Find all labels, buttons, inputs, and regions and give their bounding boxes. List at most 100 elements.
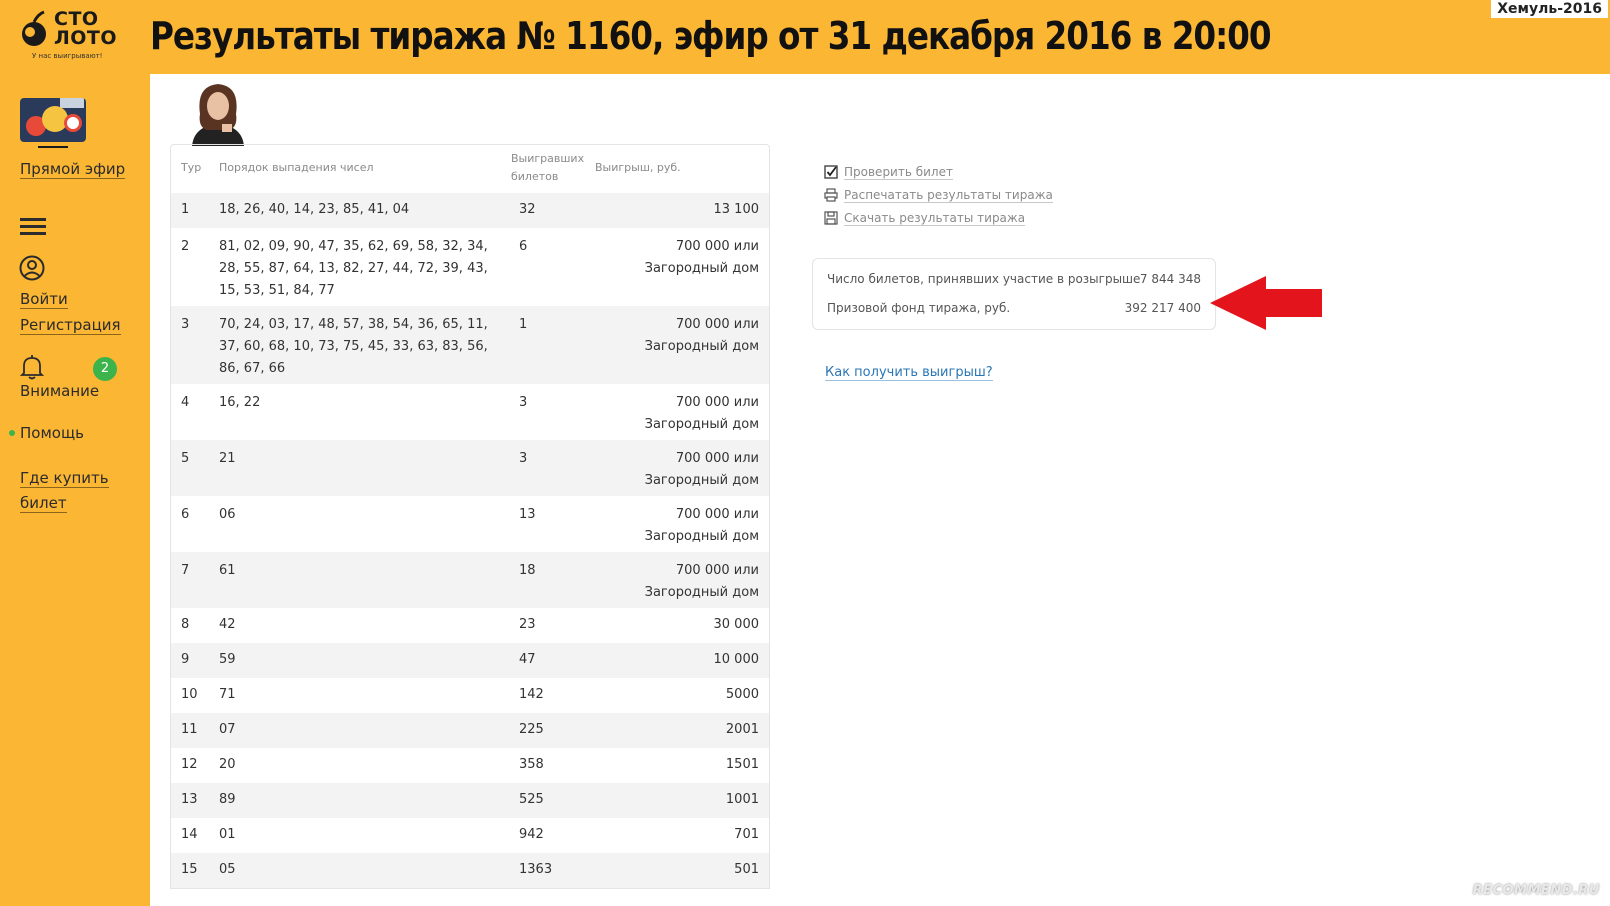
cell-winners: 358 [519,757,544,772]
cell-numbers: 42 [219,617,236,632]
cell-round: 10 [181,687,198,702]
cell-prize: 10 000 [713,652,760,667]
user-icon[interactable] [19,255,45,281]
header-winners-line-1: Выигравших [511,152,585,165]
live-indicator [38,146,68,148]
watermark-bottom: RECOMMEND.RU [1472,883,1600,898]
cell-prize: 5000 [725,687,759,702]
page-title: Результаты тиража № 1160, эфир от 31 дек… [150,14,1272,58]
table-row: 1 18, 26, 40, 14, 23, 85, 41, 04 32 13 100 [171,193,769,228]
logo-line-2: ЛОТО [54,27,118,49]
cell-numbers: 06 [219,507,236,522]
table-row: 8 42 23 30 000 [171,608,769,643]
header-prize: Выигрыш, руб. [595,161,681,174]
cell-prize: 700 000 или Загородный дом [644,563,759,600]
bell-icon[interactable] [20,354,44,380]
prize-fund-value: 392 217 400 [1124,301,1201,315]
save-icon [824,211,838,225]
cell-prize: 30 000 [713,617,760,632]
cell-prize: 1501 [725,757,759,772]
cell-winners: 18 [519,563,536,578]
cell-numbers: 21 [219,451,236,466]
cell-winners: 32 [519,202,536,217]
cell-numbers: 61 [219,563,236,578]
cell-numbers: 05 [219,862,236,877]
table-row: 10 71 142 5000 [171,678,769,713]
online-dot-icon [9,430,15,436]
sidebar-item-help[interactable]: Помощь [20,424,84,442]
red-arrow-icon [1210,276,1322,330]
tickets-count-row: Число билетов, принявших участие в розыг… [827,272,1201,286]
cell-winners: 142 [519,687,544,702]
cell-prize: 700 000 или Загородный дом [644,507,759,544]
sidebar-item-where-to-buy-2[interactable]: билет [20,494,67,513]
sidebar-item-live[interactable]: Прямой эфир [20,160,126,179]
table-row: 13 89 525 1001 [171,783,769,818]
cell-round: 9 [181,652,190,667]
check-ticket-link[interactable]: Проверить билет [844,165,953,180]
cell-round: 11 [181,722,198,737]
cell-prize: 700 000 или Загородный дом [644,239,759,276]
cell-winners: 23 [519,617,536,632]
notification-badge[interactable]: 2 [93,357,117,381]
cell-prize: 700 000 или Загородный дом [644,395,759,432]
cell-round: 7 [181,563,190,578]
cell-numbers: 59 [219,652,236,667]
table-row: 4 16, 22 3 700 000 или Загородный дом [171,384,769,440]
table-row: 11 07 225 2001 [171,713,769,748]
table-row: 2 81, 02, 09, 90, 47, 35, 62, 69, 58, 32,… [171,228,769,306]
sidebar-item-register[interactable]: Регистрация [20,316,121,335]
main-content: Тур Порядок выпадения чисел Выигравших б… [150,74,1610,906]
cell-prize: 701 [734,827,759,842]
cell-numbers: 20 [219,757,236,772]
cell-prize: 2001 [725,722,759,737]
cell-prize: 13 100 [713,202,760,217]
presenter-avatar [192,84,244,146]
header-round: Тур [181,161,202,174]
print-results-link[interactable]: Распечатать результаты тиража [844,188,1053,203]
cell-prize: 501 [734,862,759,877]
cell-winners: 225 [519,722,544,737]
header-winners-line-2: билетов [511,170,559,183]
header-winners: Выигравших билетов [511,150,584,186]
cell-round: 3 [181,317,190,332]
live-broadcast-thumbnail[interactable] [20,98,86,142]
prize-fund-row: Призовой фонд тиража, руб. 392 217 400 [827,301,1201,315]
tickets-count-value: 7 844 348 [1139,272,1201,286]
cell-numbers: 71 [219,687,236,702]
cell-winners: 3 [519,395,528,410]
logo-tagline: У нас выигрывают! [32,52,103,60]
cell-round: 4 [181,395,190,410]
cell-round: 15 [181,862,198,877]
stoloto-logo[interactable]: СТО ЛОТО У нас выигрывают! [18,8,138,64]
cell-numbers: 16, 22 [219,395,261,410]
cell-numbers: 18, 26, 40, 14, 23, 85, 41, 04 [219,202,410,217]
table-row: 15 05 1363 501 [171,853,769,888]
header-numbers: Порядок выпадения чисел [219,161,374,174]
cell-winners: 1 [519,317,528,332]
sidebar-item-where-to-buy[interactable]: Где купить [20,469,109,488]
cell-prize: 700 000 или Загородный дом [644,451,759,488]
table-row: 7 61 18 700 000 или Загородный дом [171,552,769,608]
cell-round: 2 [181,239,190,254]
cell-prize: 700 000 или Загородный дом [644,317,759,354]
sidebar-item-attention[interactable]: Внимание [20,382,99,400]
cell-numbers: 01 [219,827,236,842]
cell-numbers: 70, 24, 03, 17, 48, 57, 38, 54, 36, 65, … [219,317,488,376]
logo-text: СТО ЛОТО [54,10,117,48]
sidebar: СТО ЛОТО У нас выигрывают! Прямой эфир В… [0,0,150,906]
results-table: Тур Порядок выпадения чисел Выигравших б… [170,144,770,889]
cell-numbers: 81, 02, 09, 90, 47, 35, 62, 69, 58, 32, … [219,239,488,298]
cell-round: 13 [181,792,198,807]
cell-numbers: 89 [219,792,236,807]
download-results-link[interactable]: Скачать результаты тиража [844,211,1026,226]
cell-round: 1 [181,202,190,217]
how-to-get-winnings-link[interactable]: Как получить выигрыш? [825,365,993,381]
menu-icon[interactable] [20,218,46,236]
table-row: 3 70, 24, 03, 17, 48, 57, 38, 54, 36, 65,… [171,306,769,384]
cell-winners: 6 [519,239,528,254]
prize-fund-label: Призовой фонд тиража, руб. [827,301,1011,315]
watermark-top: Хемуль-2016 [1491,0,1608,18]
cell-numbers: 07 [219,722,236,737]
sidebar-item-login[interactable]: Войти [20,290,68,309]
